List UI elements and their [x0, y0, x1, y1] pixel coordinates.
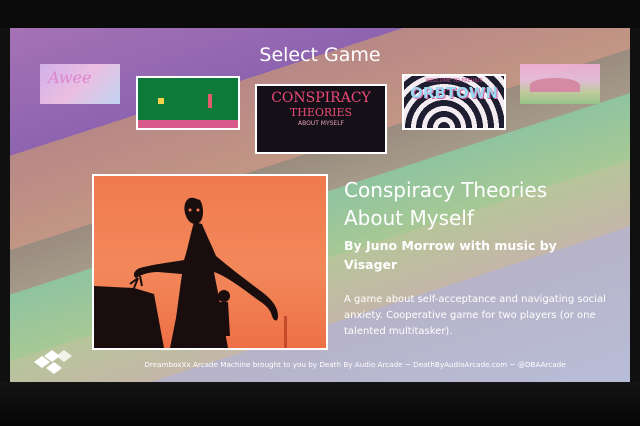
player-sprite: [158, 98, 164, 104]
footer-text: DreamboxXx Arcade Machine brought to you…: [144, 360, 566, 369]
thumb-hill: [530, 78, 580, 92]
game-thumb-awee[interactable]: Awee: [40, 64, 120, 104]
thumb-title-line3: ABOUT MYSELF: [297, 120, 345, 127]
silhouette-illustration: [94, 197, 287, 348]
thumb-title-line1: CONSPIRACY: [271, 90, 371, 106]
selected-game-title: Conspiracy Theories About Myself: [344, 176, 624, 232]
game-thumb-conspiracy-selected[interactable]: CONSPIRACY THEORIES ABOUT MYSELF: [255, 84, 387, 154]
monitor-bezel-top: [0, 0, 640, 28]
page-title: Select Game: [259, 44, 381, 66]
arcade-screen: Select Game Awee CONSPIRACY THEORIES ABO…: [10, 28, 630, 382]
byline-line1: By Juno Morrow with music by: [344, 238, 557, 253]
platform-floor: [138, 120, 238, 128]
thumb-title: ORBTOWN: [410, 84, 498, 102]
enemy-sprite: [208, 94, 212, 108]
monitor-bezel-bottom: [0, 382, 640, 426]
game-thumb-orbtown[interactable]: WELCOME TO PREVIUS ORBTOWN: [402, 74, 506, 130]
byline-line2: Visager: [344, 257, 398, 272]
game-thumb-label: Awee: [48, 68, 92, 87]
game-thumb-platformer[interactable]: [136, 76, 240, 130]
dba-logo-icon: [34, 350, 72, 374]
selected-game-byline: By Juno Morrow with music by Visager: [344, 236, 624, 274]
title-line2: About Myself: [344, 206, 474, 230]
game-thumb-sunset[interactable]: [520, 64, 600, 104]
title-line1: Conspiracy Theories: [344, 178, 548, 202]
game-preview-image: [92, 174, 328, 350]
selected-game-description: A game about self-acceptance and navigat…: [344, 294, 606, 337]
thumb-title-line2: THEORIES: [289, 106, 353, 119]
